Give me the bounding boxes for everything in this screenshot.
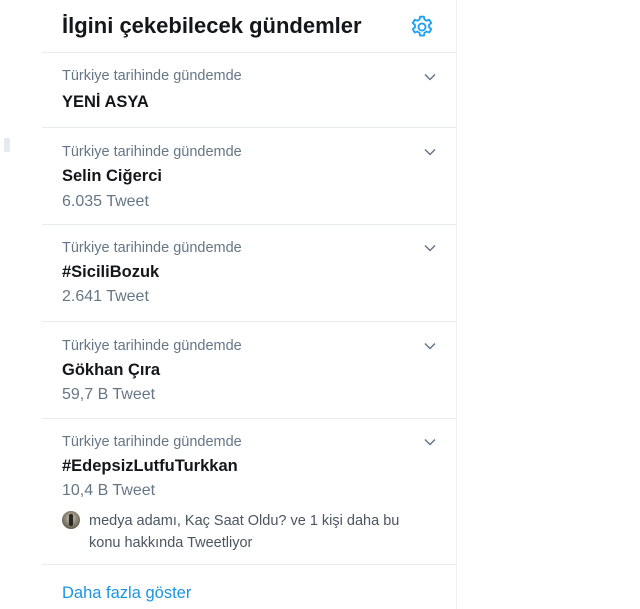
tweet-count: 6.035 Tweet (62, 193, 149, 210)
trend-name: Gökhan Çıra (62, 361, 161, 379)
avatar (62, 511, 80, 529)
trend-item[interactable]: Türkiye tarihinde gündemde YENİ ASYA (42, 53, 456, 128)
trend-context: Türkiye tarihinde gündemde (62, 434, 242, 450)
trend-name: #EdepsizLutfuTurkkan (62, 457, 238, 475)
trend-item[interactable]: Türkiye tarihinde gündemde Selin Ciğerci… (42, 128, 456, 225)
trends-panel: İlgini çekebilecek gündemler Türkiye tar… (42, 0, 457, 609)
related-text-line: konu hakkında Tweetliyor (89, 535, 253, 551)
related-text: medya adamı, Kaç Saat Oldu? ve 1 kişi da… (89, 510, 429, 554)
trend-item[interactable]: Türkiye tarihinde gündemde #SiciliBozuk … (42, 225, 456, 322)
show-more-link[interactable]: Daha fazla göster (62, 584, 191, 603)
trends-title: İlgini çekebilecek gündemler (62, 13, 362, 38)
chevron-down-icon[interactable] (422, 240, 438, 256)
tweet-count: 10,4 B Tweet (62, 482, 156, 499)
chevron-down-icon[interactable] (422, 144, 438, 160)
trend-item[interactable]: Türkiye tarihinde gündemde Gökhan Çıra 5… (42, 322, 456, 419)
trend-context: Türkiye tarihinde gündemde (62, 68, 242, 84)
left-gutter (0, 0, 42, 609)
chevron-down-icon[interactable] (422, 434, 438, 450)
trend-context: Türkiye tarihinde gündemde (62, 338, 242, 354)
trend-name: Selin Ciğerci (62, 167, 162, 185)
related-text-line: medya adamı, Kaç Saat Oldu? ve 1 kişi da… (89, 513, 400, 529)
chevron-down-icon[interactable] (422, 338, 438, 354)
trend-name: #SiciliBozuk (62, 263, 160, 281)
edge-mark (4, 138, 10, 152)
gear-icon[interactable] (409, 14, 435, 40)
trend-name: YENİ ASYA (62, 93, 149, 111)
chevron-down-icon[interactable] (422, 69, 438, 85)
trend-context: Türkiye tarihinde gündemde (62, 240, 242, 256)
tweet-count: 2.641 Tweet (62, 288, 149, 305)
trend-item[interactable]: Türkiye tarihinde gündemde #EdepsizLutfu… (42, 419, 456, 565)
trends-header: İlgini çekebilecek gündemler (42, 0, 456, 53)
tweet-count: 59,7 B Tweet (62, 386, 156, 403)
trend-context: Türkiye tarihinde gündemde (62, 144, 242, 160)
